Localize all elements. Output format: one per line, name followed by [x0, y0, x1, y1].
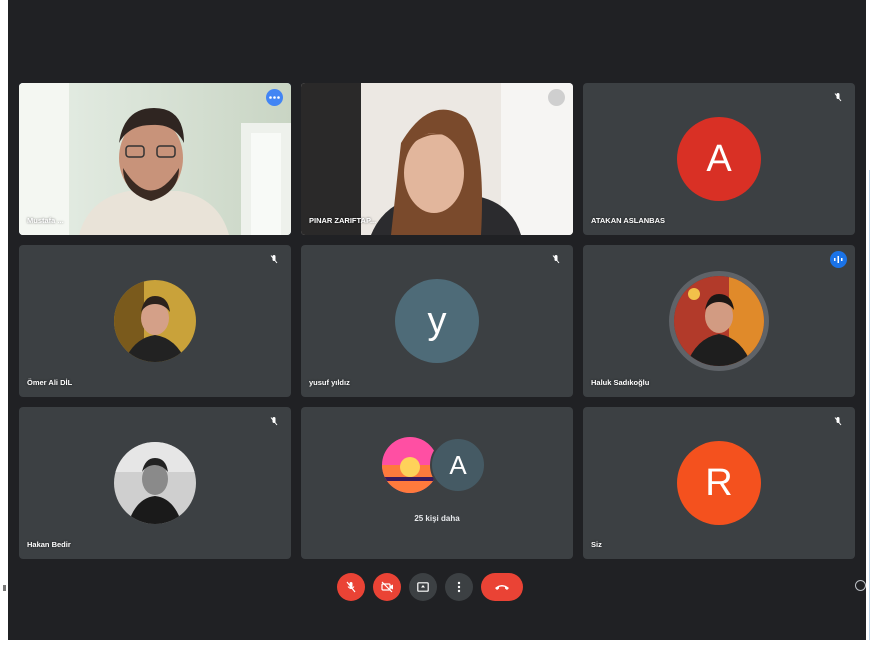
end-call-icon [495, 585, 509, 590]
self-tile[interactable]: R Siz [583, 407, 855, 559]
participant-video-2 [301, 83, 573, 235]
camera-off-icon [380, 581, 393, 593]
participant-avatar: y [395, 279, 479, 363]
participant-tile-3[interactable]: A ATAKAN ASLANBAS [583, 83, 855, 235]
participant-name: yusuf yıldız [309, 378, 350, 387]
participant-name: PINAR ZARIFTAP... [309, 216, 377, 225]
info-icon[interactable] [855, 580, 866, 591]
participant-avatar: A [677, 117, 761, 201]
edge-artifact [3, 585, 6, 591]
more-participants-tile[interactable]: A 25 kişi daha [301, 407, 573, 559]
participant-tile-2[interactable]: PINAR ZARIFTAP... [301, 83, 573, 235]
mic-toggle-button[interactable] [337, 573, 365, 601]
participant-avatar [669, 271, 769, 371]
speaking-indicator-icon [830, 251, 847, 268]
participant-name: Hakan Bedir [27, 540, 71, 549]
page-edge [866, 0, 874, 648]
present-screen-icon [417, 581, 429, 592]
more-options-icon [457, 581, 461, 593]
more-participants-avatars: A [382, 437, 492, 497]
participant-tile-1[interactable]: Mustafa ... [19, 83, 291, 235]
participant-options-icon[interactable] [266, 89, 283, 106]
muted-indicator-icon [548, 89, 565, 106]
participant-tile-7[interactable]: Hakan Bedir [19, 407, 291, 559]
participant-tile-4[interactable]: Ömer Ali DİL [19, 245, 291, 397]
participant-name: Mustafa ... [27, 216, 64, 225]
participant-tile-6[interactable]: Haluk Sadıkoğlu [583, 245, 855, 397]
mic-off-icon [346, 581, 356, 593]
participant-tile-5[interactable]: y yusuf yıldız [301, 245, 573, 397]
participant-grid: Mustafa ... PINAR ZARIFTAP... A ATAKAN A… [19, 83, 855, 559]
mic-muted-icon [834, 417, 842, 426]
participant-video-1 [19, 83, 291, 235]
more-participants-label: 25 kişi daha [414, 514, 460, 523]
mic-muted-icon [834, 93, 842, 102]
present-screen-button[interactable] [409, 573, 437, 601]
participant-avatar [114, 442, 196, 524]
participant-name: Ömer Ali DİL [27, 378, 73, 387]
mic-muted-icon [270, 417, 278, 426]
camera-toggle-button[interactable] [373, 573, 401, 601]
end-call-button[interactable] [481, 573, 523, 601]
participant-avatar: R [677, 441, 761, 525]
call-controls [337, 572, 523, 602]
participant-name: Haluk Sadıkoğlu [591, 378, 650, 387]
participant-avatar [114, 280, 196, 362]
participant-avatar: A [430, 437, 486, 493]
participant-name: ATAKAN ASLANBAS [591, 216, 666, 225]
participant-name: Siz [591, 540, 602, 549]
more-options-button[interactable] [445, 573, 473, 601]
mic-muted-icon [270, 255, 278, 264]
mic-muted-icon [552, 255, 560, 264]
